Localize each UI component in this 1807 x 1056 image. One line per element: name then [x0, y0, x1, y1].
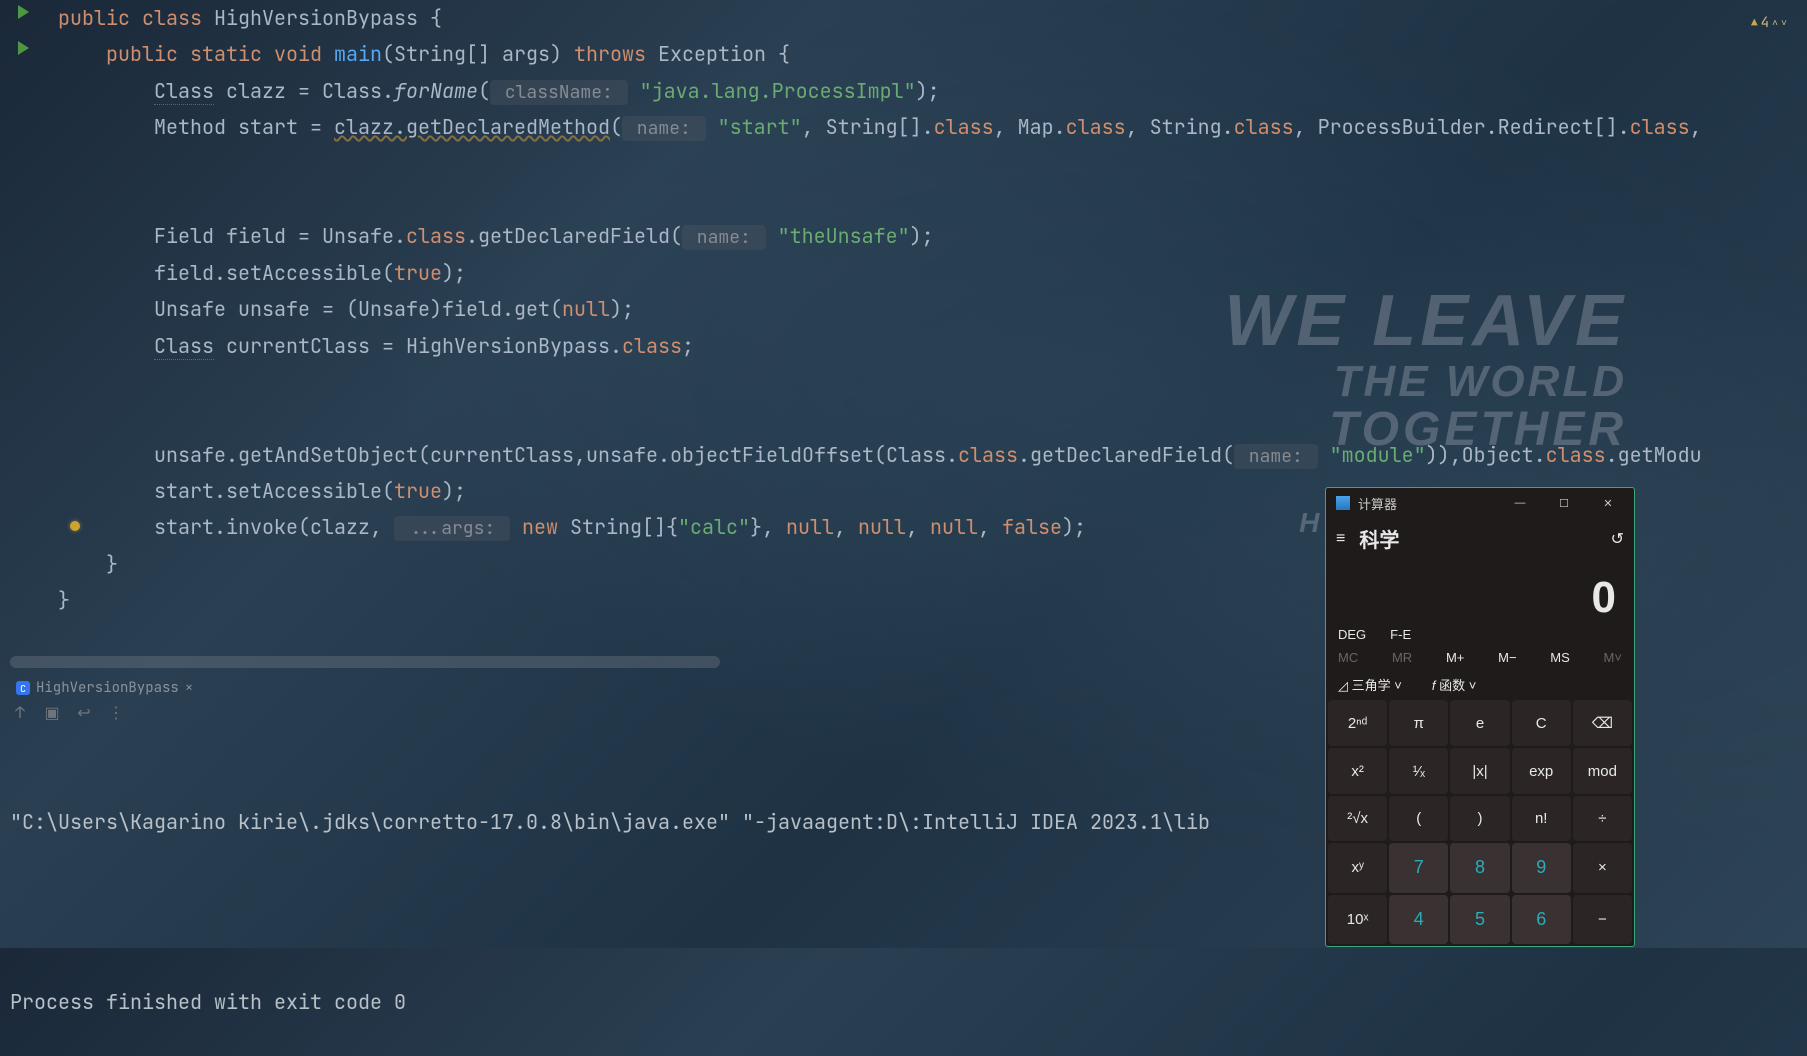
- calc-key-xʸ[interactable]: xʸ: [1328, 843, 1387, 892]
- calculator-keypad: 2ⁿᵈπeC⌫ x²¹⁄ₓ|x|expmod ²√x()n!÷ xʸ789× 10ˣ45…: [1326, 700, 1634, 946]
- class-icon: C: [16, 681, 30, 695]
- breadcrumb-bar: C HighVersionBypass ×: [10, 675, 199, 701]
- scroll-to-end-icon[interactable]: ↑: [12, 704, 28, 720]
- calc-key-⌫[interactable]: ⌫: [1573, 700, 1632, 746]
- calc-key-10ˣ[interactable]: 10ˣ: [1328, 895, 1387, 944]
- breadcrumb-tab[interactable]: C HighVersionBypass ×: [10, 677, 199, 699]
- close-tab-icon[interactable]: ×: [185, 679, 193, 697]
- calculator-display: 0: [1326, 559, 1634, 627]
- nav-menu-icon[interactable]: ≡: [1336, 530, 1345, 548]
- calc-key-C[interactable]: C: [1512, 700, 1571, 746]
- calc-key-¹⁄ₓ[interactable]: ¹⁄ₓ: [1389, 748, 1448, 793]
- indicator-chevron-icon: ˄: [1772, 5, 1778, 41]
- calc-key-5[interactable]: 5: [1450, 895, 1509, 944]
- history-icon[interactable]: ↺: [1611, 529, 1624, 549]
- run-class-icon[interactable]: [18, 5, 29, 19]
- indicator-chevron-icon: ˅: [1781, 5, 1787, 41]
- calc-key-÷[interactable]: ÷: [1573, 796, 1632, 841]
- calc-key-exp[interactable]: exp: [1512, 748, 1571, 793]
- calc-key-mod[interactable]: mod: [1573, 748, 1632, 793]
- horizontal-scrollbar[interactable]: [10, 656, 720, 668]
- memory-row: MC MR M+ M− MS M˅: [1326, 650, 1634, 675]
- memory-mr[interactable]: MR: [1392, 650, 1412, 665]
- calc-key-7[interactable]: 7: [1389, 843, 1448, 892]
- memory-ms[interactable]: MS: [1550, 650, 1570, 665]
- trig-dropdown[interactable]: ◿ 三角学 ˅: [1338, 675, 1402, 694]
- calc-key-x²[interactable]: x²: [1328, 748, 1387, 793]
- minimize-button[interactable]: —: [1498, 488, 1542, 518]
- calc-key-|x|[interactable]: |x|: [1450, 748, 1509, 793]
- soft-wrap-icon[interactable]: ↩: [76, 704, 92, 720]
- memory-mc[interactable]: MC: [1338, 650, 1358, 665]
- calc-key-n![interactable]: n!: [1512, 796, 1571, 841]
- memory-m−[interactable]: M−: [1498, 650, 1516, 665]
- more-icon[interactable]: ⋮: [108, 704, 124, 720]
- run-method-icon[interactable]: [18, 41, 29, 55]
- calc-key-)[interactable]: ): [1450, 796, 1509, 841]
- inspection-indicator[interactable]: 4 ˄ ˅: [1751, 5, 1787, 41]
- console-line: Process finished with exit code 0: [10, 984, 1807, 1020]
- print-icon[interactable]: ▣: [44, 704, 60, 720]
- function-dropdown[interactable]: f 函数 ˅: [1432, 675, 1476, 694]
- calculator-title: 计算器: [1358, 494, 1397, 513]
- fe-button[interactable]: F-E: [1390, 627, 1411, 642]
- close-button[interactable]: ✕: [1586, 488, 1630, 518]
- calc-key-6[interactable]: 6: [1512, 895, 1571, 944]
- calc-key-([interactable]: (: [1389, 796, 1448, 841]
- calculator-app-icon: [1336, 496, 1350, 510]
- calculator-window[interactable]: 计算器 — ☐ ✕ ≡ 科学 ↺ 0 DEG F-E MCMRM+M−MSM˅ …: [1325, 487, 1635, 947]
- calc-key-e[interactable]: e: [1450, 700, 1509, 746]
- calculator-mode-label: 科学: [1359, 524, 1596, 553]
- calculator-titlebar[interactable]: 计算器 — ☐ ✕: [1326, 488, 1634, 518]
- breadcrumb-tab-label: HighVersionBypass: [36, 679, 179, 697]
- warning-count: 4: [1761, 5, 1769, 41]
- memory-m˅[interactable]: M˅: [1604, 650, 1622, 665]
- calc-key-π[interactable]: π: [1389, 700, 1448, 746]
- console-toolbar: ↑ ▣ ↩ ⋮: [12, 704, 124, 720]
- calculator-header: ≡ 科学 ↺: [1326, 518, 1634, 559]
- function-dropdown-row: ◿ 三角学 ˅ f 函数 ˅: [1326, 675, 1634, 700]
- angle-format-row: DEG F-E: [1326, 627, 1634, 650]
- maximize-button[interactable]: ☐: [1542, 488, 1586, 518]
- editor-gutter[interactable]: [0, 0, 48, 675]
- calc-key-9[interactable]: 9: [1512, 843, 1571, 892]
- calc-key-2ⁿᵈ[interactable]: 2ⁿᵈ: [1328, 700, 1387, 746]
- calc-key-×[interactable]: ×: [1573, 843, 1632, 892]
- deg-button[interactable]: DEG: [1338, 627, 1366, 642]
- calc-key-4[interactable]: 4: [1389, 895, 1448, 944]
- memory-m+[interactable]: M+: [1446, 650, 1464, 665]
- calc-key-−[interactable]: −: [1573, 895, 1632, 944]
- calc-key-8[interactable]: 8: [1450, 843, 1509, 892]
- calc-key-²√x[interactable]: ²√x: [1328, 796, 1387, 841]
